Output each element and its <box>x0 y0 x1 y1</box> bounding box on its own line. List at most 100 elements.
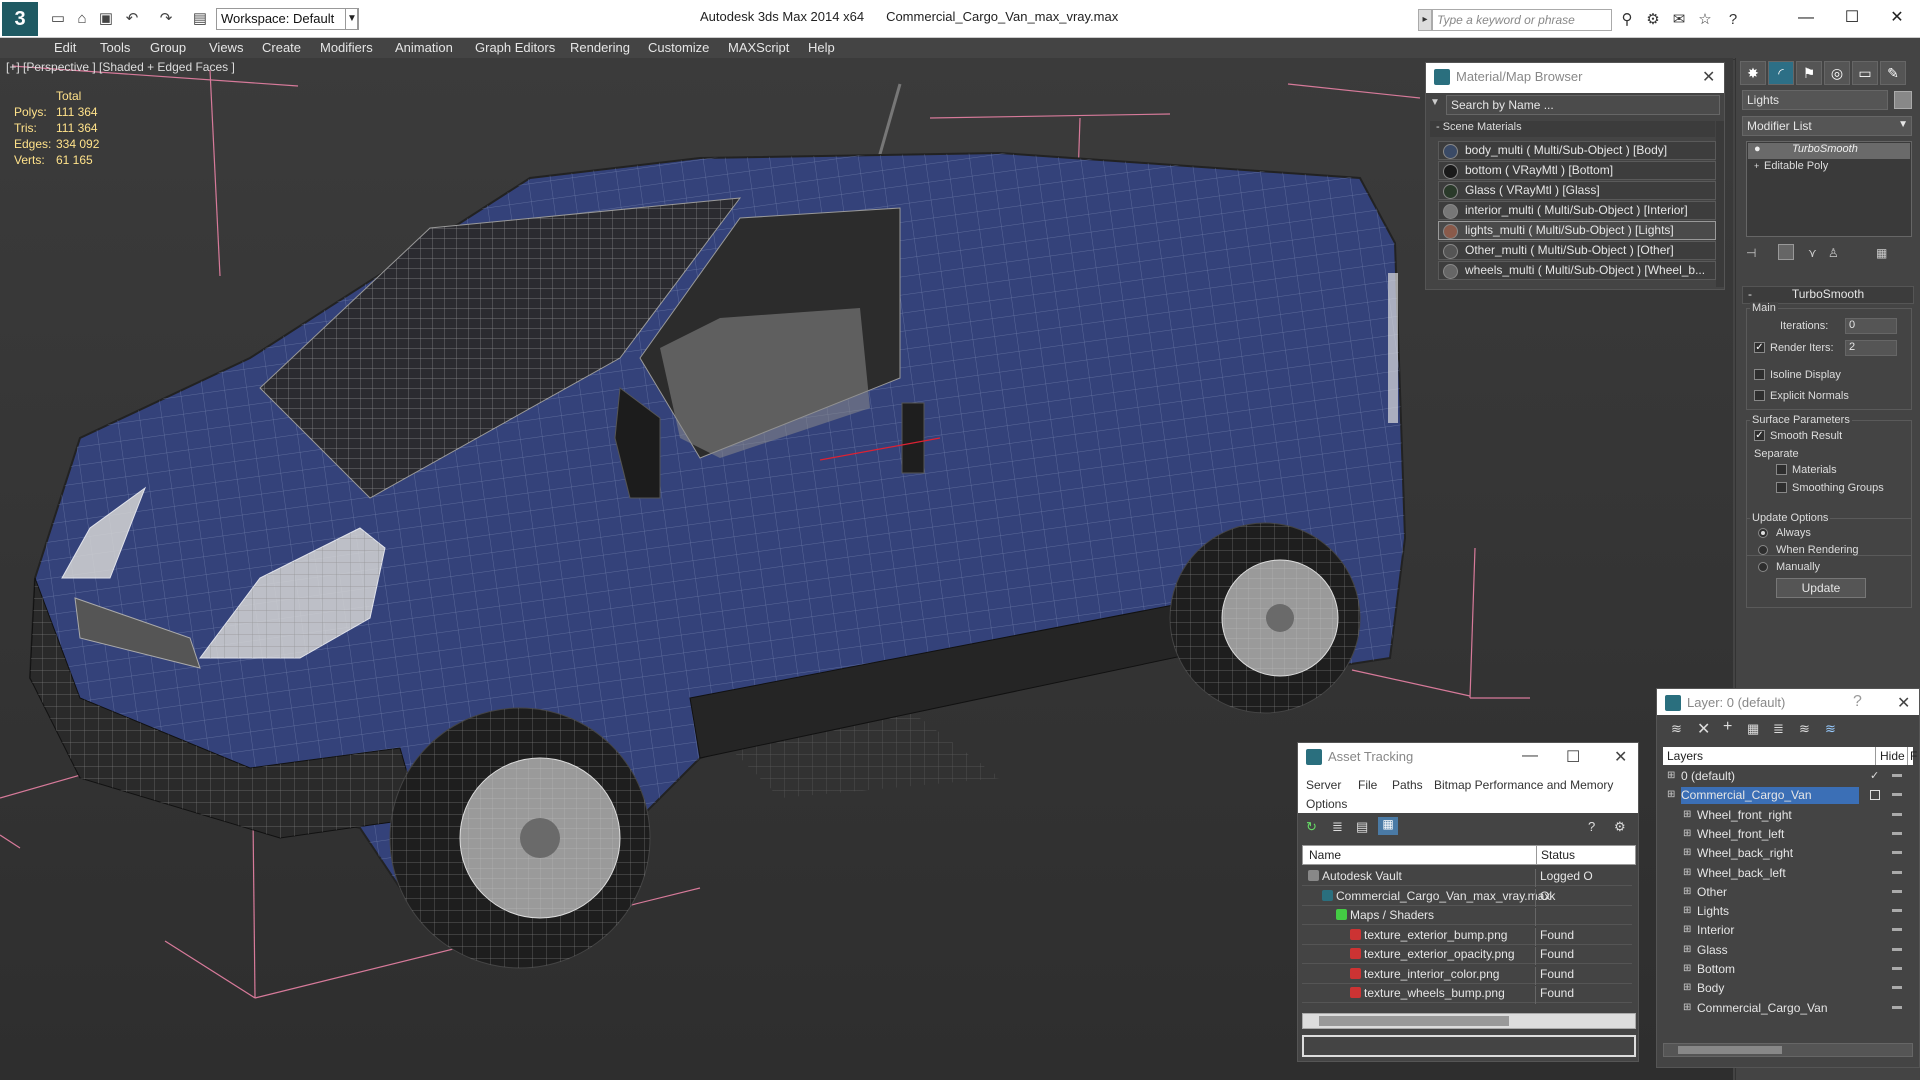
col-hide[interactable]: Hide <box>1875 747 1905 765</box>
material-browser-close-icon[interactable]: ✕ <box>1702 67 1715 87</box>
minimize-icon[interactable]: — <box>1783 4 1829 32</box>
menu-animation[interactable]: Animation <box>395 40 453 55</box>
asset-table-row[interactable]: texture_exterior_opacity.png Found <box>1302 945 1632 965</box>
material-list-item[interactable]: interior_multi ( Multi/Sub-Object ) [Int… <box>1438 201 1716 220</box>
expand-plus-icon[interactable]: + <box>1754 161 1759 171</box>
viewport-label[interactable]: [+] [Perspective ] [Shaded + Edged Faces… <box>6 60 235 74</box>
project-folder-icon[interactable]: ▤ <box>190 9 210 29</box>
redo-icon[interactable]: ↷ <box>156 9 176 29</box>
active-layer-box-icon[interactable] <box>1870 790 1880 801</box>
asset-settings-icon[interactable]: ⚙ <box>1614 819 1626 835</box>
layer-row[interactable]: ⊞ Wheel_front_left ▬ <box>1665 825 1905 844</box>
new-file-icon[interactable]: ▭ <box>48 9 68 29</box>
separate-materials-checkbox[interactable] <box>1776 464 1787 475</box>
asset-table-row[interactable]: Maps / Shaders <box>1302 906 1632 926</box>
layer-manager-titlebar[interactable]: Layer: 0 (default) ? ✕ <box>1657 689 1919 715</box>
iterations-spinner[interactable]: 0 <box>1845 318 1897 334</box>
select-in-layer-icon[interactable]: ≣ <box>1773 721 1784 737</box>
hide-toggle-icon[interactable]: ▬ <box>1892 923 1902 934</box>
display-tab-icon[interactable]: ▭ <box>1852 61 1878 85</box>
modify-tab-icon[interactable]: ◜ <box>1768 61 1794 85</box>
configure-modifier-sets-icon[interactable]: ▦ <box>1876 246 1887 260</box>
material-list-item[interactable]: Other_multi ( Multi/Sub-Object ) [Other] <box>1438 241 1716 260</box>
hide-toggle-icon[interactable]: ▬ <box>1892 808 1902 819</box>
motion-tab-icon[interactable]: ◎ <box>1824 61 1850 85</box>
layer-close-icon[interactable]: ✕ <box>1897 693 1910 713</box>
asset-table-row[interactable]: texture_interior_color.png Found <box>1302 965 1632 985</box>
isoline-display-checkbox[interactable] <box>1754 369 1765 380</box>
layer-row[interactable]: ⊞ Other ▬ <box>1665 883 1905 902</box>
update-when-rendering-radio[interactable] <box>1758 545 1768 555</box>
menu-modifiers[interactable]: Modifiers <box>320 40 373 55</box>
highlight-layer-icon[interactable]: ≋ <box>1799 721 1810 737</box>
material-list-item[interactable]: body_multi ( Multi/Sub-Object ) [Body] <box>1438 141 1716 160</box>
hide-toggle-icon[interactable]: ▬ <box>1892 981 1902 992</box>
keyword-search-input[interactable]: Type a keyword or phrase <box>1432 9 1612 31</box>
show-end-result-icon[interactable] <box>1778 244 1794 260</box>
scene-materials-header[interactable]: - Scene Materials <box>1430 121 1715 137</box>
col-name[interactable]: Name <box>1309 848 1341 862</box>
hide-toggle-icon[interactable]: ▬ <box>1892 904 1902 915</box>
asset-horizontal-scrollbar[interactable] <box>1302 1013 1636 1029</box>
lightbulb-icon[interactable]: ● <box>1754 143 1761 155</box>
workspace-dropdown-arrow-icon[interactable]: ▼ <box>345 8 359 30</box>
hide-toggle-icon[interactable]: ▬ <box>1892 1001 1902 1012</box>
update-manually-radio[interactable] <box>1758 562 1768 572</box>
asset-minimize-icon[interactable]: — <box>1522 747 1538 765</box>
hide-toggle-icon[interactable]: ▬ <box>1892 846 1902 857</box>
menu-tools[interactable]: Tools <box>100 40 130 55</box>
make-unique-icon[interactable]: ⋎ <box>1808 246 1817 260</box>
object-color-swatch[interactable] <box>1894 91 1912 109</box>
material-list-item[interactable]: Glass ( VRayMtl ) [Glass] <box>1438 181 1716 200</box>
asset-maximize-icon[interactable]: ☐ <box>1566 747 1580 767</box>
menu-rendering[interactable]: Rendering <box>570 40 630 55</box>
material-list-scrollbar[interactable] <box>1716 121 1724 287</box>
hide-toggle-icon[interactable]: ▬ <box>1892 885 1902 896</box>
material-search-input[interactable]: Search by Name ... <box>1446 95 1720 115</box>
table-view-icon[interactable]: ▦ <box>1378 817 1398 835</box>
layer-row[interactable]: ⊞ Glass ▬ <box>1665 941 1905 960</box>
undo-icon[interactable]: ↶ <box>122 9 142 29</box>
explicit-normals-checkbox[interactable] <box>1754 390 1765 401</box>
browser-options-chevron-icon[interactable]: ▼ <box>1430 97 1444 111</box>
hide-toggle-icon[interactable]: ▬ <box>1892 866 1902 877</box>
hide-toggle-icon[interactable]: ▬ <box>1892 962 1902 973</box>
asset-table-row[interactable]: Commercial_Cargo_Van_max_vray.max Ok <box>1302 887 1632 907</box>
layer-horizontal-scrollbar[interactable] <box>1663 1043 1913 1057</box>
create-tab-icon[interactable]: ✸ <box>1740 61 1766 85</box>
menu-group[interactable]: Group <box>150 40 186 55</box>
hide-toggle-icon[interactable]: ▬ <box>1892 827 1902 838</box>
open-file-icon[interactable]: ⌂ <box>72 9 92 29</box>
utilities-tab-icon[interactable]: ✎ <box>1880 61 1906 85</box>
current-layer-check[interactable]: ✓ <box>1870 769 1879 782</box>
layer-row[interactable]: ⊞ Commercial_Cargo_Van ▬ <box>1665 999 1905 1018</box>
hide-toggle-icon[interactable]: ▬ <box>1892 769 1902 780</box>
layer-help-icon[interactable]: ? <box>1853 693 1862 711</box>
hide-toggle-icon[interactable]: ▬ <box>1892 943 1902 954</box>
hierarchy-tab-icon[interactable]: ⚑ <box>1796 61 1822 85</box>
render-iters-checkbox[interactable]: ✓ <box>1754 342 1765 353</box>
modifier-list-dropdown[interactable]: Modifier List ▼ <box>1742 116 1912 136</box>
asset-tracking-titlebar[interactable]: Asset Tracking — ☐ ✕ <box>1298 743 1638 773</box>
pin-stack-icon[interactable]: ⊣ <box>1746 246 1756 260</box>
layer-row[interactable]: ⊞ Commercial_Cargo_Van ▬ <box>1665 786 1905 805</box>
layer-properties-icon[interactable]: ≋ <box>1825 721 1836 737</box>
asset-menu-file[interactable]: File <box>1358 778 1377 792</box>
asset-path-field[interactable] <box>1302 1035 1636 1057</box>
col-status[interactable]: Status <box>1536 846 1575 864</box>
asset-help-icon[interactable]: ? <box>1588 819 1595 834</box>
refresh-icon[interactable]: ↻ <box>1306 819 1317 835</box>
hide-toggle-icon[interactable]: ▬ <box>1892 788 1902 799</box>
search-expand-icon[interactable]: ▸ <box>1418 9 1432 31</box>
layer-row[interactable]: ⊞ Bottom ▬ <box>1665 960 1905 979</box>
favorites-star-icon[interactable]: ☆ <box>1694 9 1716 31</box>
update-always-radio[interactable] <box>1758 528 1768 538</box>
create-layer-icon[interactable]: + <box>1723 718 1732 736</box>
asset-table-row[interactable]: texture_exterior_bump.png Found <box>1302 926 1632 946</box>
update-button[interactable]: Update <box>1776 578 1866 598</box>
menu-views[interactable]: Views <box>209 40 243 55</box>
add-to-layer-icon[interactable]: ▦ <box>1747 721 1759 737</box>
binoculars-icon[interactable]: ⚲ <box>1616 9 1638 31</box>
menu-graph-editors[interactable]: Graph Editors <box>475 40 555 55</box>
delete-layer-icon[interactable]: ✕ <box>1697 719 1710 739</box>
